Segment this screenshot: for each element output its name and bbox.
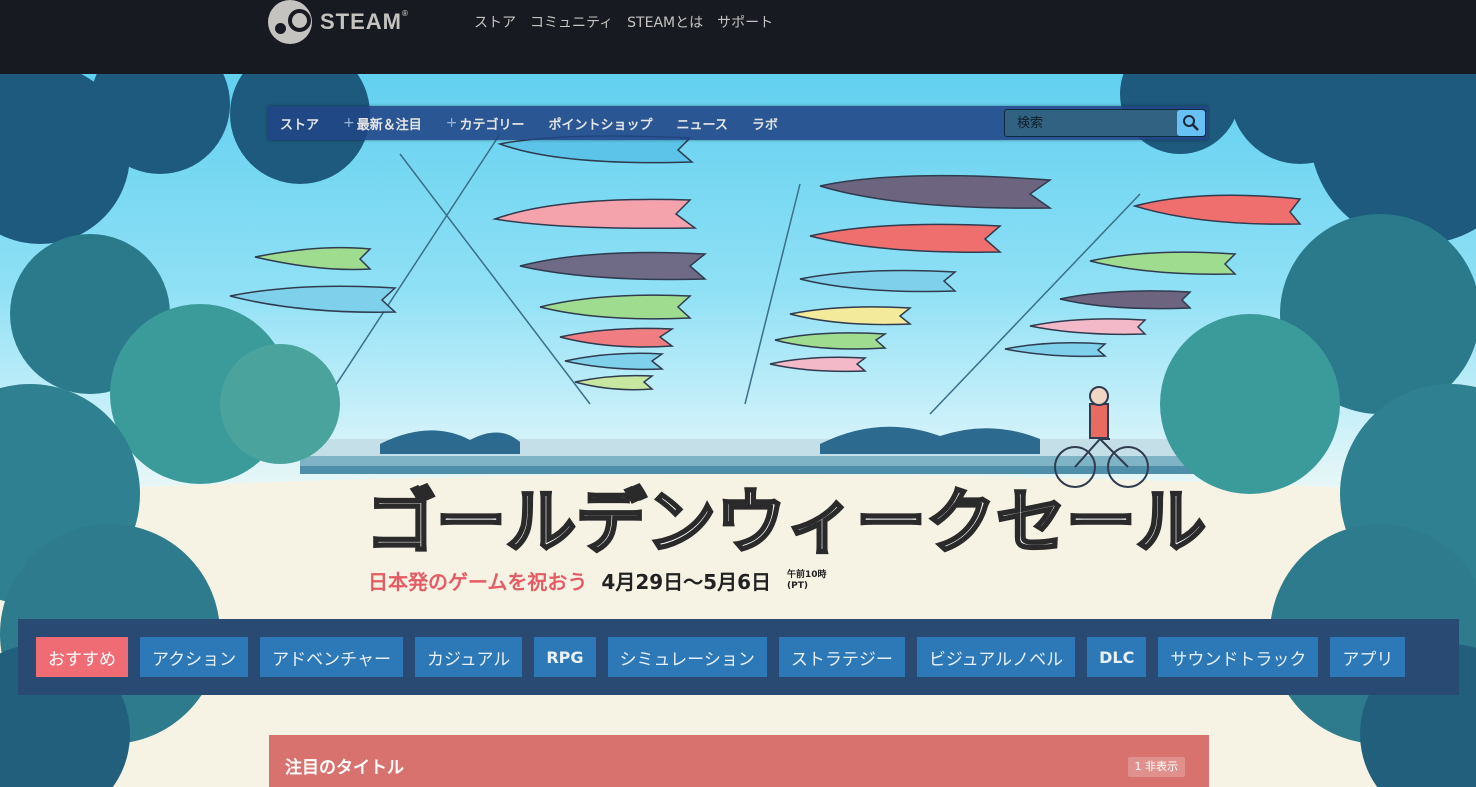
global-header: STEAM® ストア コミュニティ STEAMとは サポート	[0, 0, 1476, 74]
magnifier-icon	[1183, 115, 1199, 131]
store-nav-item-new-noteworthy[interactable]: + 最新＆注目	[343, 114, 422, 133]
tab-strategy[interactable]: ストラテジー	[778, 637, 905, 677]
tab-apps[interactable]: アプリ	[1330, 637, 1406, 677]
store-nav-item-points-shop[interactable]: ポイントショップ	[549, 114, 653, 133]
global-nav-about[interactable]: STEAMとは	[627, 13, 703, 33]
store-nav-item-store[interactable]: ストア	[280, 114, 319, 133]
search-button[interactable]	[1177, 110, 1205, 136]
search-input[interactable]	[1005, 110, 1177, 136]
store-nav-label: ニュース	[676, 117, 728, 133]
store-nav-label: ポイントショップ	[548, 117, 653, 133]
steam-logo-icon	[268, 0, 312, 44]
store-search-box	[1004, 109, 1206, 137]
genre-tabs-bar: おすすめ アクション アドベンチャー カジュアル RPG シミュレーション スト…	[18, 619, 1459, 695]
store-nav-item-labs[interactable]: ラボ	[752, 114, 778, 133]
tab-adventure[interactable]: アドベンチャー	[260, 637, 403, 677]
tab-dlc[interactable]: DLC	[1087, 637, 1147, 677]
sale-tagline: 日本発のゲームを祝おう	[368, 570, 588, 594]
registered-mark: ®	[402, 9, 409, 18]
sale-time: 午前10時 (PT)	[787, 570, 827, 592]
tab-visual-novel[interactable]: ビジュアルノベル	[916, 637, 1076, 677]
store-nav-label: カテゴリー	[459, 117, 525, 133]
store-nav-items: ストア + 最新＆注目 + カテゴリー ポイントショップ ニュース ラボ	[280, 106, 802, 140]
plus-icon: +	[343, 115, 355, 131]
store-nav-item-news[interactable]: ニュース	[677, 114, 728, 133]
store-nav-item-categories[interactable]: + カテゴリー	[446, 114, 525, 133]
store-nav-label: 最新＆注目	[356, 117, 422, 133]
store-nav-label: ストア	[280, 117, 320, 133]
store-nav-label: ラボ	[751, 117, 778, 133]
steam-logo[interactable]: STEAM®	[268, 0, 409, 44]
global-nav-store[interactable]: ストア	[474, 13, 516, 33]
genre-tabs: おすすめ アクション アドベンチャー カジュアル RPG シミュレーション スト…	[36, 637, 1406, 677]
tab-action[interactable]: アクション	[140, 637, 249, 677]
tab-soundtrack[interactable]: サウンドトラック	[1158, 637, 1319, 677]
global-nav: ストア コミュニティ STEAMとは サポート	[474, 13, 773, 33]
hidden-count-badge[interactable]: 1 非表示	[1127, 757, 1185, 777]
sale-dates: 4月29日〜5月6日	[601, 570, 771, 594]
featured-title: 注目のタイトル	[285, 758, 404, 778]
sale-title: ゴールデンウィークセール	[365, 480, 1208, 565]
tab-recommended[interactable]: おすすめ	[36, 637, 128, 677]
global-nav-community[interactable]: コミュニティ	[530, 13, 613, 33]
logo-text: STEAM	[320, 9, 402, 34]
global-nav-support[interactable]: サポート	[717, 13, 773, 33]
sale-time-line2: (PT)	[787, 580, 808, 591]
plus-icon: +	[445, 115, 458, 131]
sale-subline: 日本発のゲームを祝おう 4月29日〜5月6日 午前10時 (PT)	[368, 566, 827, 595]
tab-casual[interactable]: カジュアル	[415, 637, 523, 677]
sale-time-line1: 午前10時	[787, 569, 827, 580]
tab-simulation[interactable]: シミュレーション	[607, 637, 767, 677]
koinobori-fish	[229, 135, 1302, 391]
featured-section: 注目のタイトル 1 非表示	[269, 735, 1209, 787]
tab-rpg[interactable]: RPG	[534, 637, 596, 677]
